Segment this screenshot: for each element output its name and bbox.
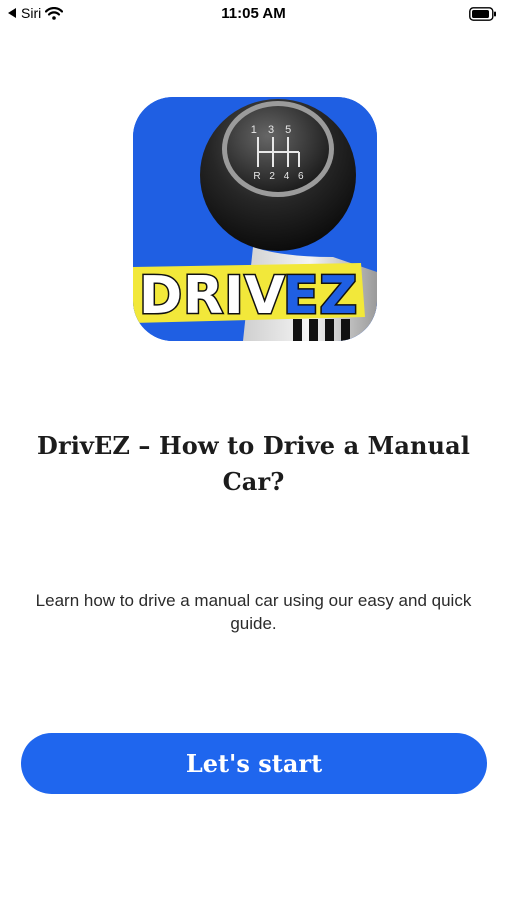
shift-pattern-bottom: R 2 4 6 (253, 171, 306, 182)
logo-text-right: EZ (283, 266, 358, 326)
shift-pattern-top: 1 3 5 (251, 124, 295, 136)
status-bar: Siri 11:05 AM (0, 0, 507, 30)
app-logo: 1 3 5 R 2 4 6 DRIV EZ (133, 97, 377, 341)
battery-icon (469, 7, 497, 26)
status-time: 11:05 AM (221, 5, 286, 22)
page-description: Learn how to drive a manual car using ou… (35, 591, 472, 633)
page-title: DrivEZ – How to Drive a Manual Car? (37, 431, 470, 496)
logo-text-left: DRIV (139, 266, 286, 326)
start-button[interactable]: Let's start (21, 733, 487, 794)
